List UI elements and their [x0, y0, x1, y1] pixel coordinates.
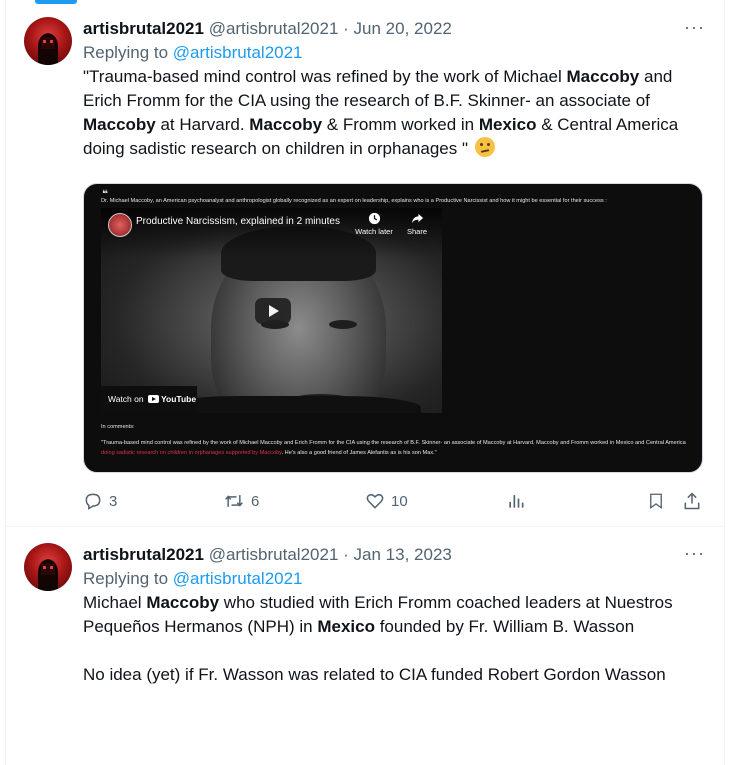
tweet-actions: 3 6 10: [83, 489, 708, 513]
more-options-icon[interactable]: ···: [684, 541, 705, 565]
tweet-media-image[interactable]: ❝ Dr. Michael Maccoby, an American psych…: [83, 183, 703, 473]
watch-on-youtube-button[interactable]: Watch on YouTube: [101, 386, 197, 413]
retweet-icon: [225, 495, 243, 507]
tweet-header: artisbrutal2021 @artisbrutal2021 · Jan 1…: [83, 543, 708, 567]
text-segment: founded by Fr. William B. Wasson: [374, 617, 635, 636]
replying-to: Replying to @artisbrutal2021: [83, 567, 708, 591]
text-segment: at Harvard.: [155, 115, 250, 134]
user-handle[interactable]: @artisbrutal2021: [209, 19, 339, 38]
thinking-face-icon: [474, 137, 495, 157]
reply-button[interactable]: 3: [83, 489, 117, 513]
tweet-header: artisbrutal2021 @artisbrutal2021 · Jun 2…: [83, 17, 708, 41]
watch-later-button[interactable]: Watch later: [354, 212, 394, 236]
separator-dot: ·: [343, 545, 349, 564]
share-icon: [684, 492, 700, 510]
media-intro-text: Dr. Michael Maccoby, an American psychoa…: [101, 198, 607, 204]
display-name[interactable]: artisbrutal2021: [83, 19, 204, 38]
bookmark-icon: [650, 493, 662, 510]
tweet-text: Michael Maccoby who studied with Erich F…: [83, 591, 708, 639]
avatar-figure-icon: [38, 33, 58, 65]
tweet-text: "Trauma-based mind control was refined b…: [83, 65, 708, 161]
replying-to-link[interactable]: @artisbrutal2021: [173, 43, 303, 62]
text-segment: Michael: [83, 593, 147, 612]
replying-to-label: Replying to: [83, 43, 169, 62]
clock-icon: [368, 212, 380, 225]
text-bold: Maccoby: [146, 593, 220, 612]
tweet-text-paragraph: No idea (yet) if Fr. Wasson was related …: [83, 665, 666, 684]
reply-icon: [85, 493, 101, 510]
user-handle[interactable]: @artisbrutal2021: [209, 545, 339, 564]
video-eye: [329, 320, 357, 329]
timeline-border-right: [724, 0, 725, 765]
youtube-logo-icon: [148, 395, 159, 403]
watch-on-label: Watch on: [108, 394, 144, 404]
separator-dot: ·: [343, 19, 349, 38]
tweet-date[interactable]: Jun 20, 2022: [354, 19, 452, 38]
avatar[interactable]: [24, 17, 72, 65]
timeline-border-left: [5, 0, 6, 765]
tweet[interactable]: artisbrutal2021 @artisbrutal2021 · Jan 1…: [24, 543, 714, 743]
text-segment: "Trauma-based mind control was refined b…: [83, 67, 567, 86]
text-bold: Mexico: [478, 115, 537, 134]
more-options-icon[interactable]: ···: [684, 15, 705, 39]
play-button-icon[interactable]: [255, 298, 291, 324]
retweet-button[interactable]: 6: [223, 489, 259, 513]
top-tab-indicator: [35, 0, 77, 4]
share-video-button[interactable]: Share: [401, 212, 433, 236]
text-segment: & Fromm worked in: [322, 115, 479, 134]
text-bold: Maccoby: [566, 67, 640, 86]
reply-count: 3: [109, 492, 118, 510]
comment-quote: "Trauma-based mind control was refined b…: [101, 439, 691, 458]
share-arrow-icon: [411, 213, 423, 224]
replying-to-label: Replying to: [83, 569, 169, 588]
retweet-count: 6: [251, 492, 260, 510]
like-count: 10: [391, 492, 408, 510]
display-name[interactable]: artisbrutal2021: [83, 545, 204, 564]
tweet[interactable]: artisbrutal2021 @artisbrutal2021 · Jun 2…: [24, 17, 714, 517]
share-button[interactable]: [682, 489, 708, 513]
bookmark-button[interactable]: [647, 489, 671, 513]
video-suit: [161, 396, 421, 413]
in-comments-label: In comments:: [101, 424, 135, 430]
tweet-content: artisbrutal2021 @artisbrutal2021 · Jan 1…: [83, 543, 708, 687]
tweet-date[interactable]: Jan 13, 2023: [354, 545, 452, 564]
video-title[interactable]: Productive Narcissism, explained in 2 mi…: [136, 216, 340, 227]
avatar[interactable]: [24, 543, 72, 591]
like-button[interactable]: 10: [365, 489, 408, 513]
share-label: Share: [406, 227, 427, 236]
replying-to-link[interactable]: @artisbrutal2021: [173, 569, 303, 588]
comment-text: . He's also a good friend of James Alefa…: [281, 449, 437, 456]
tweet-divider: [5, 526, 725, 527]
analytics-icon: [509, 495, 524, 508]
views-button[interactable]: [506, 489, 532, 513]
youtube-wordmark: YouTube: [161, 394, 197, 404]
comment-text: "Trauma-based mind control was refined b…: [101, 440, 686, 446]
heart-icon: [366, 493, 384, 509]
text-bold: Maccoby: [83, 115, 156, 134]
text-bold: Maccoby: [249, 115, 323, 134]
tweet-content: artisbrutal2021 @artisbrutal2021 · Jun 2…: [83, 17, 708, 510]
avatar-figure-icon: [38, 559, 58, 591]
text-bold: Mexico: [317, 617, 375, 636]
comment-highlight: doing sadistic research on children in o…: [101, 449, 282, 456]
embedded-video[interactable]: Productive Narcissism, explained in 2 mi…: [101, 208, 442, 413]
channel-avatar[interactable]: [108, 213, 132, 237]
replying-to: Replying to @artisbrutal2021: [83, 41, 708, 65]
watch-later-label: Watch later: [355, 227, 393, 236]
